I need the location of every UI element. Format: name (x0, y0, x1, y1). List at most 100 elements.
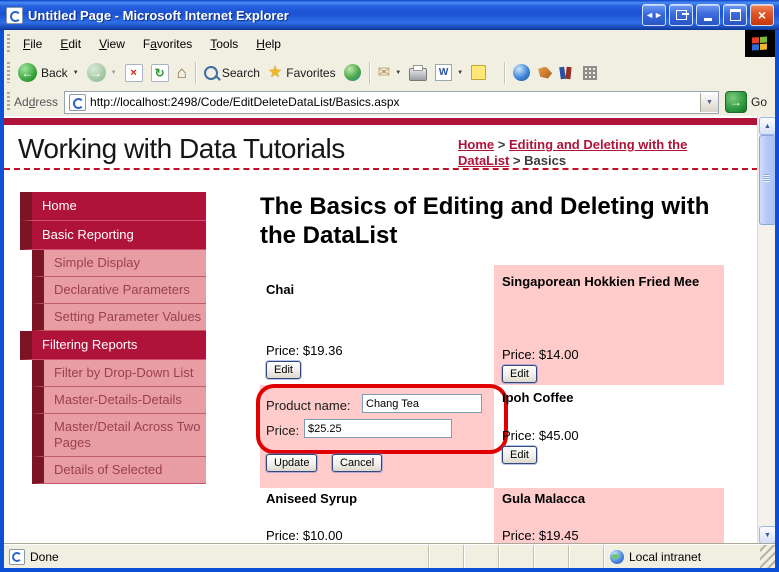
edit-button[interactable]: Edit (502, 365, 537, 383)
stop-icon: × (125, 64, 143, 82)
product-price: Price: $19.45 (502, 528, 579, 543)
product-name: Chai (266, 281, 294, 298)
scroll-up-button[interactable]: ▲ (759, 117, 775, 135)
price-label: Price: (266, 423, 299, 438)
favorites-button[interactable]: ★ Favorites (264, 63, 340, 83)
scroll-down-button[interactable]: ▼ (759, 526, 775, 544)
scrollbar-thumb[interactable] (759, 135, 775, 225)
word-dropdown-icon[interactable]: ▼ (457, 70, 463, 76)
back-dropdown-icon[interactable]: ▼ (73, 70, 79, 76)
sidebar-item-master-details-details[interactable]: Master-Details-Details (32, 387, 206, 414)
page-title: The Basics of Editing and Deleting with … (260, 192, 730, 250)
product-cell-singaporean: Singaporean Hokkien Fried Mee Price: $14… (494, 265, 724, 385)
price-input[interactable] (304, 419, 452, 438)
addressbar-grip[interactable] (7, 92, 10, 112)
home-button[interactable]: ⌂ (173, 62, 191, 83)
toolbar-separator (195, 62, 196, 84)
stop-button[interactable]: × (121, 62, 147, 84)
menu-help[interactable]: Help (247, 33, 290, 55)
sidebar-item-basic-reporting[interactable]: Basic Reporting (20, 221, 206, 250)
menu-bar: File Edit View Favorites Tools Help (4, 30, 775, 58)
address-label: Address (14, 95, 58, 109)
research-button[interactable] (556, 64, 579, 81)
sidebar-item-setting-parameter-values[interactable]: Setting Parameter Values (32, 304, 206, 331)
export-button[interactable] (669, 4, 693, 26)
refresh-icon: ↻ (151, 64, 169, 82)
product-name: Gula Malacca (502, 490, 585, 507)
menu-tools[interactable]: Tools (201, 33, 247, 55)
product-price: Price: $19.36 (266, 343, 343, 358)
breadcrumb-separator: > (498, 137, 506, 152)
sidebar-item-filter-by-dropdown-list[interactable]: Filter by Drop-Down List (32, 360, 206, 387)
edit-button[interactable]: Edit (266, 361, 301, 379)
sidebar-item-details-of-selected[interactable]: Details of Selected (32, 457, 206, 484)
resize-grip[interactable] (760, 545, 775, 568)
refresh-button[interactable]: ↻ (147, 62, 173, 84)
menubar-grip[interactable] (7, 34, 10, 53)
toolbar-separator (504, 62, 505, 84)
dotted-grid-icon (583, 66, 597, 80)
menu-file[interactable]: File (14, 33, 51, 55)
close-button[interactable]: × (750, 4, 774, 26)
product-price: Price: $14.00 (502, 347, 579, 362)
vertical-scrollbar[interactable]: ▲ ▼ (757, 116, 775, 545)
product-name: Ipoh Coffee (502, 389, 574, 406)
menu-favorites[interactable]: Favorites (134, 33, 201, 55)
sidebar-item-declarative-parameters[interactable]: Declarative Parameters (32, 277, 206, 304)
search-icon (204, 66, 218, 80)
chevron-down-icon: ▼ (706, 99, 713, 106)
status-bar: Done Local intranet (4, 544, 775, 568)
toolbar-grip[interactable] (7, 62, 10, 84)
mail-envelope-icon: ✉ (378, 65, 391, 80)
books-icon (560, 66, 575, 79)
sidebar-item-master-detail-across-two-pages[interactable]: Master/Detail Across Two Pages (32, 414, 206, 457)
discuss-button[interactable] (467, 63, 490, 82)
cancel-button[interactable]: Cancel (332, 454, 382, 472)
sidebar-item-filtering-reports[interactable]: Filtering Reports (20, 331, 206, 360)
menu-edit[interactable]: Edit (51, 33, 90, 55)
mail-button[interactable]: ✉ ▼ (374, 63, 406, 82)
browser-window: Untitled Page - Microsoft Internet Explo… (0, 0, 779, 572)
pan-arrows-button[interactable]: ◄► (642, 4, 666, 26)
note-icon (471, 65, 486, 80)
sidebar-item-home[interactable]: Home (20, 192, 206, 221)
history-button[interactable] (340, 62, 365, 83)
go-button[interactable]: → (725, 91, 747, 113)
back-button[interactable]: ← Back ▼ (14, 61, 83, 84)
sidebar-item-simple-display[interactable]: Simple Display (32, 250, 206, 277)
go-arrow-icon: → (730, 95, 742, 109)
document-status-icon (9, 549, 25, 565)
site-title: Working with Data Tutorials (18, 133, 345, 165)
address-dropdown-button[interactable]: ▼ (700, 93, 718, 112)
product-cell-aniseed: Aniseed Syrup Price: $10.00 (260, 488, 494, 545)
search-button[interactable]: Search (200, 64, 264, 82)
minimize-button[interactable] (696, 4, 720, 26)
address-input[interactable] (90, 95, 700, 109)
research-animal-button[interactable] (534, 65, 556, 81)
standard-toolbar: ← Back ▼ → ▼ × ↻ ⌂ Search ★ Favorites (4, 57, 775, 89)
maximize-icon (730, 9, 741, 21)
breadcrumb-current: Basics (524, 153, 566, 168)
messenger-button[interactable] (579, 64, 601, 82)
maximize-button[interactable] (723, 4, 747, 26)
product-cell-chai: Chai Price: $19.36 Edit (260, 265, 494, 385)
product-name-label: Product name: (266, 398, 351, 413)
go-label[interactable]: Go (751, 95, 767, 109)
pan-arrows-icon: ◄► (645, 10, 663, 20)
menu-view[interactable]: View (90, 33, 134, 55)
breadcrumb-separator: > (513, 153, 521, 168)
forward-button[interactable]: → ▼ (83, 61, 121, 84)
product-price: Price: $10.00 (266, 528, 343, 543)
msn-button[interactable] (509, 62, 534, 83)
update-button[interactable]: Update (266, 454, 317, 472)
edit-button[interactable]: Edit (502, 446, 537, 464)
product-name-input[interactable] (362, 394, 482, 413)
favorites-star-icon: ★ (268, 65, 282, 81)
page-header: Working with Data Tutorials Home > Editi… (4, 125, 758, 170)
print-button[interactable] (405, 63, 431, 83)
edit-with-word-button[interactable]: W ▼ (431, 62, 467, 83)
breadcrumb-home-link[interactable]: Home (458, 137, 494, 152)
status-text: Done (30, 550, 59, 564)
mail-dropdown-icon[interactable]: ▼ (395, 70, 401, 76)
breadcrumb: Home > Editing and Deleting with the Dat… (458, 137, 730, 169)
